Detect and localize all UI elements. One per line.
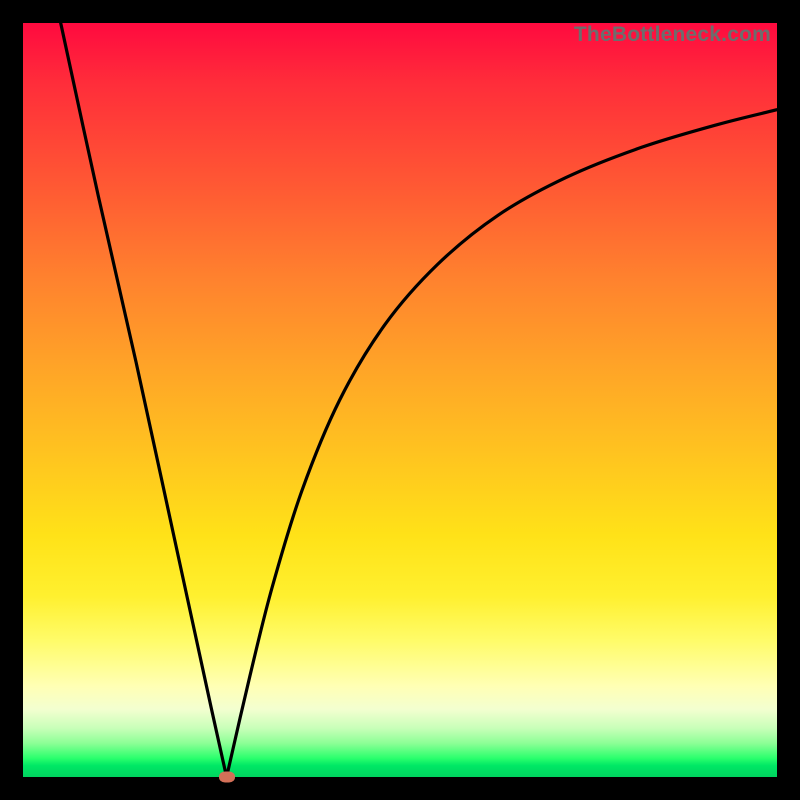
bottleneck-curve (23, 23, 777, 777)
watermark-text: TheBottleneck.com (574, 23, 771, 47)
plot-frame: TheBottleneck.com (23, 23, 777, 777)
curve-right-segment (227, 110, 777, 777)
curve-left-segment (61, 23, 227, 777)
minimum-marker (219, 772, 235, 783)
